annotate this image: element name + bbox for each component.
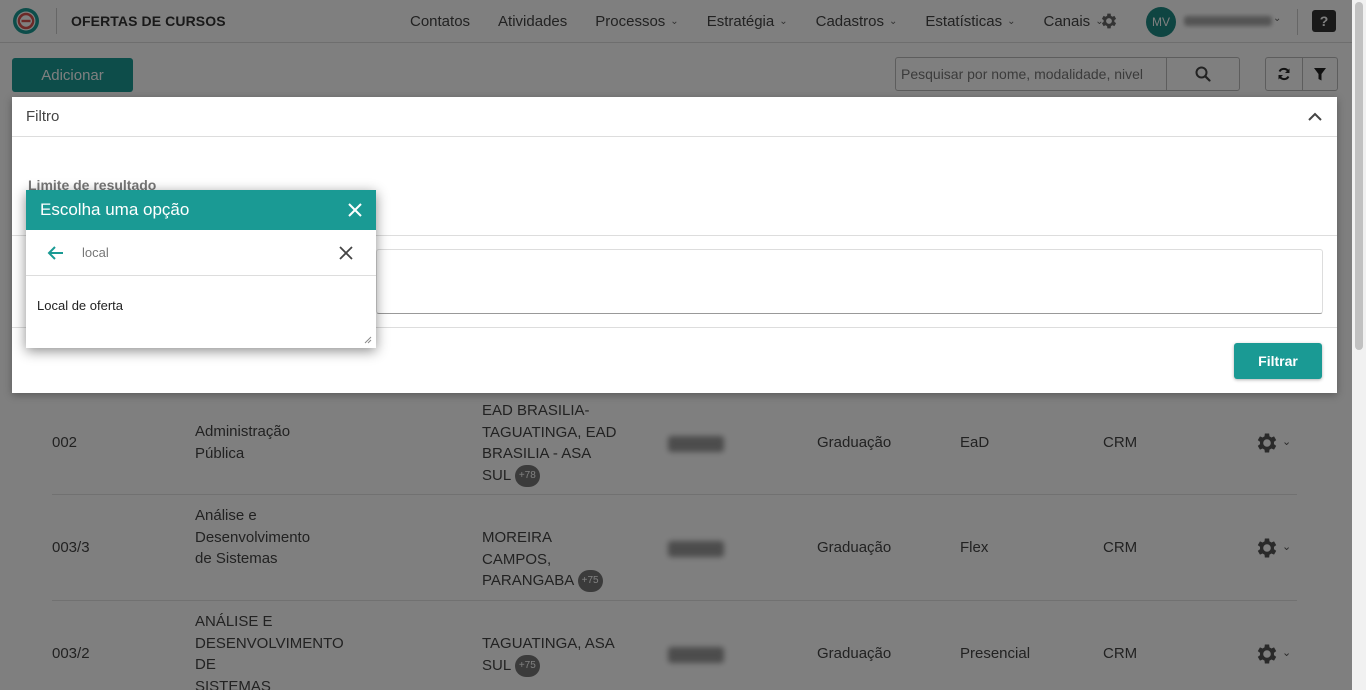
filter-criteria-field[interactable]	[376, 249, 1323, 314]
filter-submit-button[interactable]: Filtrar	[1234, 343, 1322, 379]
chooser-search-input[interactable]	[82, 241, 322, 263]
chooser-title: Escolha uma opção	[40, 200, 190, 219]
page-scrollbar[interactable]	[1352, 0, 1366, 690]
chevron-up-icon[interactable]	[1307, 109, 1323, 125]
clear-icon[interactable]	[338, 245, 354, 261]
option-chooser-dialog: Escolha uma opção Local de oferta	[26, 190, 376, 348]
filter-header[interactable]: Filtro	[12, 97, 1337, 137]
filter-title: Filtro	[26, 108, 60, 125]
chooser-option[interactable]: Local de oferta	[37, 298, 123, 313]
chooser-search-bar	[26, 230, 376, 276]
arrow-back-icon[interactable]	[46, 243, 66, 263]
scrollbar-thumb[interactable]	[1355, 2, 1363, 350]
close-icon[interactable]	[346, 201, 364, 219]
chooser-header: Escolha uma opção	[26, 190, 376, 230]
resize-handle-icon[interactable]	[364, 336, 372, 344]
